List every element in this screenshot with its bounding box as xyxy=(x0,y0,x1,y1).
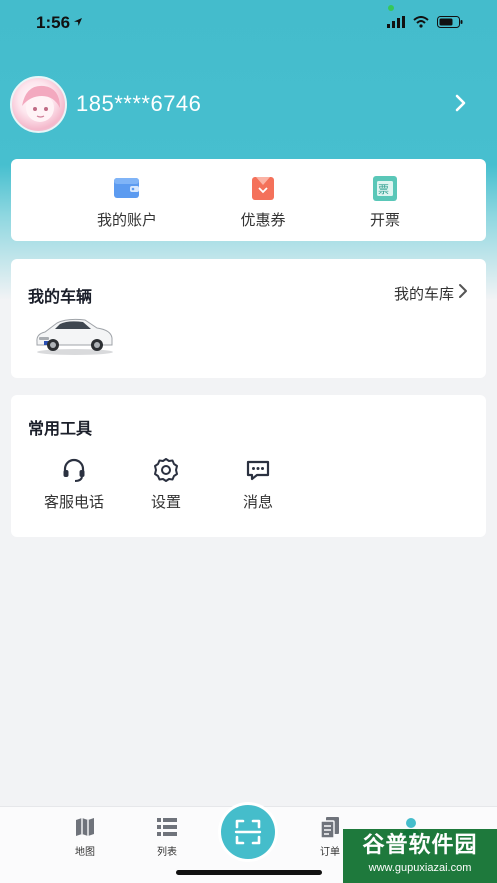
tools-card: 常用工具 客服电话 设置 消息 xyxy=(11,395,486,537)
messages-label: 消息 xyxy=(242,494,273,511)
profile-header-background xyxy=(0,0,497,300)
profile-row[interactable]: 185****6746 xyxy=(10,76,487,136)
list-icon xyxy=(155,815,179,839)
chevron-right-icon[interactable] xyxy=(458,283,468,304)
watermark-url: www.gupuxiazai.com xyxy=(368,862,472,874)
avatar[interactable] xyxy=(10,76,67,133)
status-time: 1:56 xyxy=(36,13,71,32)
watermark-title: 谷普软件园 xyxy=(362,832,478,857)
car-image[interactable] xyxy=(33,314,115,356)
wifi-icon xyxy=(413,15,429,33)
gear-icon xyxy=(153,457,179,483)
order-icon xyxy=(318,815,342,839)
home-indicator xyxy=(176,870,322,875)
watermark: 谷普软件园 www.gupuxiazai.com xyxy=(343,829,497,883)
wallet-icon xyxy=(112,173,142,203)
user-phone: 185****6746 xyxy=(76,91,202,116)
garage-link[interactable]: 我的车库 xyxy=(394,283,454,304)
scan-icon xyxy=(234,819,262,845)
messages-button[interactable]: 消息 xyxy=(218,457,298,512)
map-icon xyxy=(73,815,97,839)
location-arrow-icon xyxy=(73,14,83,32)
coupon-icon xyxy=(248,173,278,203)
my-account-button[interactable]: 我的账户 xyxy=(82,173,172,230)
vehicle-section-title: 我的车辆 xyxy=(28,289,93,306)
tab-map-label: 地图 xyxy=(75,847,95,858)
invoice-icon: 票 xyxy=(370,173,400,203)
chevron-right-icon[interactable] xyxy=(455,94,467,117)
invoice-label: 开票 xyxy=(369,212,400,229)
settings-label: 设置 xyxy=(150,494,181,511)
scan-button[interactable] xyxy=(221,805,275,859)
coupon-label: 优惠券 xyxy=(240,212,286,229)
tab-list[interactable]: 列表 xyxy=(142,815,192,858)
coupon-button[interactable]: 优惠券 xyxy=(218,173,308,230)
tab-list-label: 列表 xyxy=(157,847,177,858)
battery-icon xyxy=(437,15,463,33)
headset-icon xyxy=(61,457,87,483)
camera-indicator-icon xyxy=(388,5,394,11)
invoice-icon-text: 票 xyxy=(378,184,389,196)
my-account-label: 我的账户 xyxy=(96,212,157,229)
tools-section-title: 常用工具 xyxy=(28,421,93,438)
status-bar: 1:56 xyxy=(0,0,497,44)
signal-icon xyxy=(387,15,405,33)
customer-service-button[interactable]: 客服电话 xyxy=(34,457,114,512)
quick-actions-card: 我的账户 优惠券 票 开票 xyxy=(11,159,486,241)
tab-map[interactable]: 地图 xyxy=(60,815,110,858)
settings-button[interactable]: 设置 xyxy=(126,457,206,512)
customer-service-label: 客服电话 xyxy=(43,494,104,511)
message-icon xyxy=(245,457,271,483)
vehicle-card: 我的车辆 我的车库 xyxy=(11,259,486,378)
invoice-button[interactable]: 票 开票 xyxy=(340,173,430,230)
